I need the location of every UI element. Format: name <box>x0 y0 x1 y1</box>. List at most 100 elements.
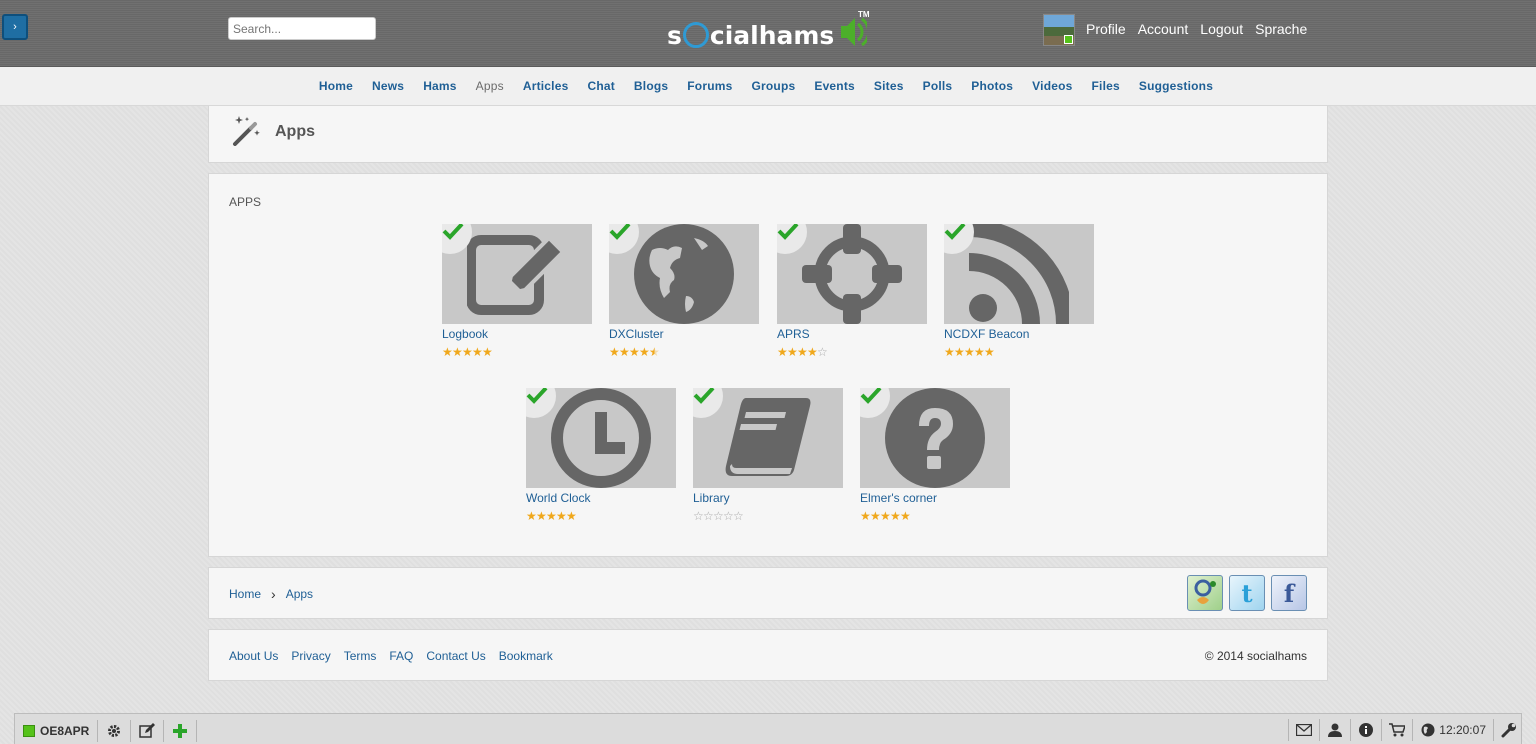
app-card[interactable]: APRS ★ ★ ★ ★ ☆ <box>777 224 927 358</box>
search-input[interactable] <box>228 17 376 40</box>
app-card[interactable]: NCDXF Beacon ★ ★ ★ ★ ★ <box>944 224 1094 358</box>
nav-item-events[interactable]: Events <box>814 79 855 93</box>
app-card[interactable]: DXCluster ★ ★ ★ ★ ★ <box>609 224 759 358</box>
star-full-icon: ★ <box>944 345 955 359</box>
site-logo[interactable]: s cialhams TM <box>667 10 877 56</box>
app-thumbnail[interactable] <box>777 224 927 324</box>
app-thumbnail[interactable] <box>609 224 759 324</box>
app-name-link[interactable]: Library <box>693 491 843 505</box>
language-link[interactable]: Sprache <box>1255 21 1307 37</box>
checkmark-icon <box>944 224 966 240</box>
nav-item-hams[interactable]: Hams <box>423 79 456 93</box>
account-link[interactable]: Account <box>1138 21 1189 37</box>
footer-link-privacy[interactable]: Privacy <box>291 649 330 663</box>
checkmark-icon <box>693 388 715 404</box>
nav-item-articles[interactable]: Articles <box>523 79 569 93</box>
rating-stars: ★ ★ ★ ★ ★ <box>944 346 1094 358</box>
nav-item-chat[interactable]: Chat <box>587 79 614 93</box>
twitter-icon[interactable]: t <box>1229 575 1265 611</box>
star-full-icon: ★ <box>900 509 911 523</box>
app-name-link[interactable]: Elmer's corner <box>860 491 1010 505</box>
app-card[interactable]: Library ☆ ☆ ☆ ☆ ☆ <box>693 388 843 522</box>
star-full-icon: ★ <box>880 509 891 523</box>
breadcrumb-separator: › <box>271 586 276 602</box>
app-thumbnail[interactable] <box>944 224 1094 324</box>
footer-link-contact[interactable]: Contact Us <box>426 649 485 663</box>
footer-link-faq[interactable]: FAQ <box>389 649 413 663</box>
star-full-icon: ★ <box>472 345 483 359</box>
user-avatar[interactable] <box>1043 14 1075 46</box>
pencil-edit-icon <box>467 235 566 315</box>
nav-item-videos[interactable]: Videos <box>1032 79 1072 93</box>
globe-icon[interactable] <box>1420 722 1436 738</box>
star-full-icon: ★ <box>462 345 473 359</box>
crosshair-icon <box>802 224 902 324</box>
copyright-text: © 2014 socialhams <box>1204 649 1307 663</box>
nav-item-forums[interactable]: Forums <box>687 79 732 93</box>
clock-display: 12:20:07 <box>1439 723 1486 737</box>
profile-link[interactable]: Profile <box>1086 21 1126 37</box>
toolbar-divider <box>1493 719 1494 741</box>
app-thumbnail[interactable] <box>526 388 676 488</box>
compose-icon[interactable] <box>139 723 156 739</box>
sidebar-toggle-button[interactable]: › <box>2 14 28 40</box>
nav-item-files[interactable]: Files <box>1092 79 1120 93</box>
breadcrumb-current-link[interactable]: Apps <box>286 587 313 601</box>
nav-item-news[interactable]: News <box>372 79 404 93</box>
checkmark-icon <box>442 224 464 240</box>
footer-link-terms[interactable]: Terms <box>344 649 377 663</box>
nav-item-suggestions[interactable]: Suggestions <box>1139 79 1213 93</box>
toolbar-divider <box>1319 719 1321 741</box>
app-thumbnail[interactable] <box>860 388 1010 488</box>
online-status-icon[interactable] <box>23 725 35 737</box>
app-name-link[interactable]: NCDXF Beacon <box>944 327 1094 341</box>
breadcrumb-home-link[interactable]: Home <box>229 587 261 601</box>
add-icon[interactable] <box>172 723 188 739</box>
nav-item-polls[interactable]: Polls <box>923 79 953 93</box>
callsign-label[interactable]: OE8APR <box>40 724 89 738</box>
top-header: › scialhams TM Profile Account Logout Sp… <box>0 0 1536 67</box>
trademark-label: TM <box>858 10 870 19</box>
app-card[interactable]: World Clock ★ ★ ★ ★ ★ <box>526 388 676 522</box>
logout-link[interactable]: Logout <box>1200 21 1243 37</box>
app-name-link[interactable]: DXCluster <box>609 327 759 341</box>
nav-item-home[interactable]: Home <box>319 79 353 93</box>
info-icon[interactable] <box>1358 722 1374 738</box>
star-full-icon: ★ <box>526 509 537 523</box>
star-full-icon: ★ <box>619 345 630 359</box>
nav-item-sites[interactable]: Sites <box>874 79 904 93</box>
toolbar-divider <box>196 720 198 742</box>
nav-item-groups[interactable]: Groups <box>751 79 795 93</box>
gear-icon[interactable] <box>106 723 122 739</box>
app-name-link[interactable]: APRS <box>777 327 927 341</box>
nav-item-photos[interactable]: Photos <box>971 79 1013 93</box>
toolbar-left: OE8APR <box>23 720 205 742</box>
nav-item-apps[interactable]: Apps <box>476 79 504 93</box>
star-full-icon: ★ <box>787 345 798 359</box>
star-full-icon: ★ <box>536 509 547 523</box>
user-icon[interactable] <box>1327 722 1343 738</box>
toolbar-divider <box>1288 719 1290 741</box>
footer-link-about[interactable]: About Us <box>229 649 278 663</box>
app-thumbnail[interactable] <box>442 224 592 324</box>
facebook-icon[interactable]: f <box>1271 575 1307 611</box>
nav-item-blogs[interactable]: Blogs <box>634 79 668 93</box>
cart-icon[interactable] <box>1389 722 1406 738</box>
rating-stars: ★ ★ ★ ★ ★ <box>526 510 676 522</box>
star-full-icon: ★ <box>546 509 557 523</box>
app-card[interactable]: Logbook ★ ★ ★ ★ ★ <box>442 224 592 358</box>
star-empty-icon: ☆ <box>723 509 734 523</box>
mail-icon[interactable] <box>1296 722 1313 738</box>
app-name-link[interactable]: World Clock <box>526 491 676 505</box>
google-plus-icon[interactable] <box>1187 575 1223 611</box>
app-name-link[interactable]: Logbook <box>442 327 592 341</box>
rating-stars: ★ ★ ★ ★ ☆ <box>777 346 927 358</box>
app-thumbnail[interactable] <box>693 388 843 488</box>
footer-link-bookmark[interactable]: Bookmark <box>499 649 553 663</box>
main-nav: Home News Hams Apps Articles Chat Blogs … <box>0 67 1536 106</box>
star-empty-icon: ☆ <box>703 509 714 523</box>
app-card[interactable]: Elmer's corner ★ ★ ★ ★ ★ <box>860 388 1010 522</box>
footer: About Us Privacy Terms FAQ Contact Us Bo… <box>208 629 1328 681</box>
rating-stars: ★ ★ ★ ★ ★ <box>442 346 592 358</box>
wrench-icon[interactable] <box>1501 722 1517 738</box>
